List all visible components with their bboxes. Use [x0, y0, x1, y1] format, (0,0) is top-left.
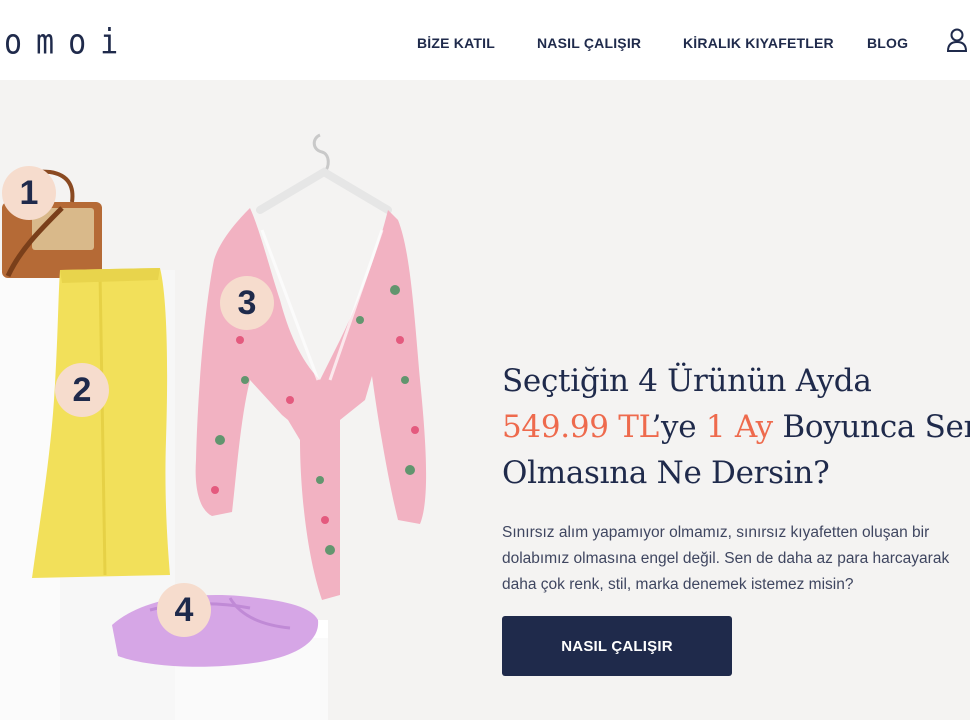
nav-nasil-calisir[interactable]: NASIL ÇALIŞIR	[537, 35, 641, 51]
description-line-2: dolabımız olmasına engel değil. Sen de d…	[502, 550, 950, 567]
nav-kiralik-kiyafetler[interactable]: KİRALIK KIYAFETLER	[683, 35, 834, 51]
product-badge-3: 3	[220, 276, 274, 330]
nav-bize-katil[interactable]: BİZE KATIL	[417, 35, 495, 51]
site-header: omoi BİZE KATIL NASIL ÇALIŞIR KİRALIK KI…	[0, 0, 970, 80]
hero-headline: Seçtiğin 4 Ürünün Ayda 549.99 TL’ye 1 Ay…	[502, 358, 970, 496]
hero-description: Sınırsız alım yapamıyor olmamız, sınırsı…	[502, 520, 970, 598]
logo[interactable]: omoi	[4, 22, 132, 62]
how-it-works-button[interactable]: NASIL ÇALIŞIR	[502, 616, 732, 676]
description-line-3: daha çok renk, stil, marka denemek istem…	[502, 576, 854, 593]
product-badge-4: 4	[157, 583, 211, 637]
user-icon[interactable]	[946, 28, 968, 52]
headline-line-1: Seçtiğin 4 Ürünün Ayda	[502, 363, 872, 399]
headline-line-3: Olmasına Ne Dersin?	[502, 455, 830, 491]
headline-price: 549.99 TL	[502, 409, 652, 445]
nav-blog[interactable]: BLOG	[867, 35, 908, 51]
hero-section: 1 2 3 4 Seçtiğin 4 Ürünün Ayda 549.99 TL…	[0, 80, 970, 720]
headline-rest: Boyunca Senin	[782, 409, 970, 445]
headline-duration: 1 Ay	[705, 409, 773, 445]
product-badge-2: 2	[55, 363, 109, 417]
description-line-1: Sınırsız alım yapamıyor olmamız, sınırsı…	[502, 524, 930, 541]
headline-mid: ’ye	[651, 409, 706, 445]
product-badge-1: 1	[2, 166, 56, 220]
headline-line-2: 549.99 TL’ye 1 Ay Boyunca Senin	[502, 404, 970, 450]
